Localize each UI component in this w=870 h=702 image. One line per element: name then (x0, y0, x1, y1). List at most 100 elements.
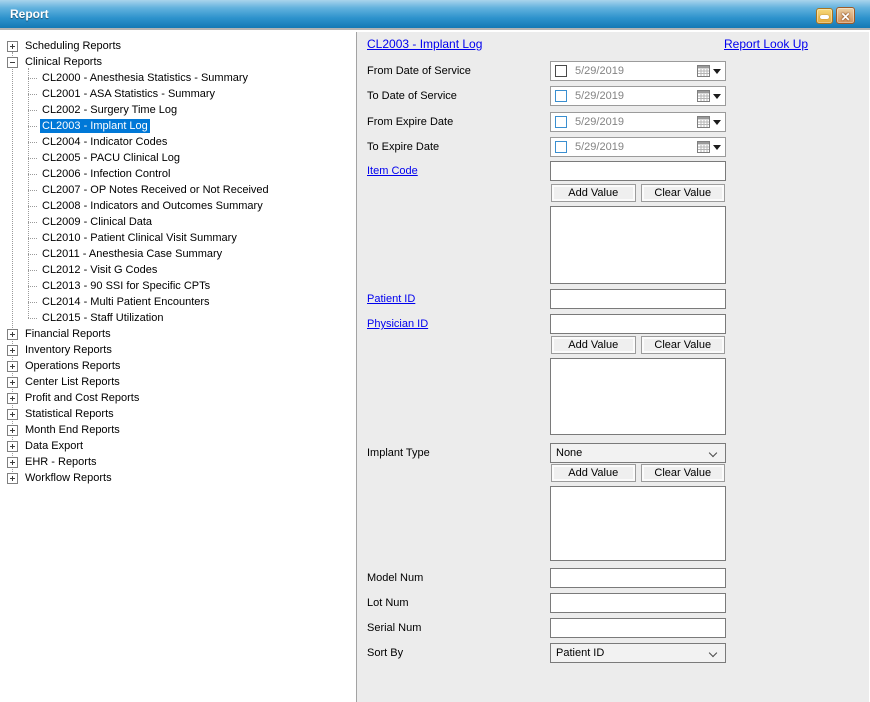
report-lookup-link[interactable]: Report Look Up (724, 37, 808, 51)
item-code-input[interactable] (550, 161, 726, 181)
date-enable-checkbox[interactable] (555, 90, 567, 102)
tree-item-label: Profit and Cost Reports (23, 391, 141, 405)
add-value-button[interactable]: Add Value (551, 464, 636, 482)
tree-item-financial-reports[interactable]: Financial Reports (0, 326, 356, 342)
physician-id-input[interactable] (550, 314, 726, 334)
tree-item-cl2001-asa-statistics-summary[interactable]: CL2001 - ASA Statistics - Summary (0, 86, 356, 102)
expand-icon[interactable] (7, 41, 18, 52)
tree-item-cl2013-90-ssi-for-specific-cpts[interactable]: CL2013 - 90 SSI for Specific CPTs (0, 278, 356, 294)
add-value-button[interactable]: Add Value (551, 184, 636, 202)
close-button[interactable]: ✕ (836, 7, 855, 24)
expand-icon[interactable] (7, 457, 18, 468)
add-value-button[interactable]: Add Value (551, 336, 636, 354)
tree-item-cl2012-visit-g-codes[interactable]: CL2012 - Visit G Codes (0, 262, 356, 278)
tree-item-statistical-reports[interactable]: Statistical Reports (0, 406, 356, 422)
date-value: 5/29/2019 (575, 116, 697, 128)
calendar-icon[interactable] (697, 65, 710, 77)
physician-id-link[interactable]: Physician ID (367, 318, 428, 330)
to-date-of-service-picker[interactable]: 5/29/2019 (550, 86, 726, 106)
tree-item-cl2014-multi-patient-encounters[interactable]: CL2014 - Multi Patient Encounters (0, 294, 356, 310)
id-button-row: Add Value Clear Value (550, 336, 726, 354)
tree-item-clinical-reports[interactable]: Clinical Reports (0, 54, 356, 70)
collapse-icon[interactable] (7, 57, 18, 68)
date-enable-checkbox[interactable] (555, 65, 567, 77)
date-value: 5/29/2019 (575, 141, 697, 153)
tree-item-cl2004-indicator-codes[interactable]: CL2004 - Indicator Codes (0, 134, 356, 150)
expand-icon[interactable] (7, 393, 18, 404)
tree-item-label: CL2014 - Multi Patient Encounters (40, 295, 212, 309)
tree-item-label: CL2003 - Implant Log (40, 119, 150, 133)
tree-item-ehr-reports[interactable]: EHR - Reports (0, 454, 356, 470)
implant-type-listbox[interactable] (550, 486, 726, 561)
dropdown-arrow-icon[interactable] (713, 120, 721, 125)
sort-by-dropdown[interactable]: Patient ID (550, 643, 726, 663)
from-expire-date-picker[interactable]: 5/29/2019 (550, 112, 726, 132)
tree-item-operations-reports[interactable]: Operations Reports (0, 358, 356, 374)
expand-icon[interactable] (7, 425, 18, 436)
tree-item-data-export[interactable]: Data Export (0, 438, 356, 454)
minimize-icon (820, 15, 829, 19)
expand-icon[interactable] (7, 361, 18, 372)
tree-item-label: CL2006 - Infection Control (40, 167, 172, 181)
tree-item-inventory-reports[interactable]: Inventory Reports (0, 342, 356, 358)
patient-id-link[interactable]: Patient ID (367, 293, 415, 305)
patient-id-input[interactable] (550, 289, 726, 309)
serial-num-input[interactable] (550, 618, 726, 638)
date-enable-checkbox[interactable] (555, 116, 567, 128)
tree-item-label: Workflow Reports (23, 471, 114, 485)
tree-item-cl2002-surgery-time-log[interactable]: CL2002 - Surgery Time Log (0, 102, 356, 118)
tree-item-cl2003-implant-log[interactable]: CL2003 - Implant Log (0, 118, 356, 134)
serial-num-label: Serial Num (367, 622, 421, 634)
dropdown-arrow-icon[interactable] (713, 94, 721, 99)
tree-item-cl2000-anesthesia-statistics-summary[interactable]: CL2000 - Anesthesia Statistics - Summary (0, 70, 356, 86)
item-code-listbox[interactable] (550, 206, 726, 284)
tree-item-label: CL2007 - OP Notes Received or Not Receiv… (40, 183, 271, 197)
expand-icon[interactable] (7, 345, 18, 356)
expand-icon[interactable] (7, 473, 18, 484)
report-form-pane: CL2003 - Implant Log Report Look Up From… (357, 32, 869, 702)
tree-item-workflow-reports[interactable]: Workflow Reports (0, 470, 356, 486)
tree-item-profit-and-cost-reports[interactable]: Profit and Cost Reports (0, 390, 356, 406)
expand-icon[interactable] (7, 377, 18, 388)
tree-item-label: CL2011 - Anesthesia Case Summary (40, 247, 224, 261)
tree-item-cl2008-indicators-and-outcomes-summary[interactable]: CL2008 - Indicators and Outcomes Summary (0, 198, 356, 214)
tree-item-scheduling-reports[interactable]: Scheduling Reports (0, 38, 356, 54)
tree-item-cl2007-op-notes-received-or-not-received[interactable]: CL2007 - OP Notes Received or Not Receiv… (0, 182, 356, 198)
tree-item-label: Center List Reports (23, 375, 122, 389)
expand-icon[interactable] (7, 329, 18, 340)
lot-num-input[interactable] (550, 593, 726, 613)
expand-icon[interactable] (7, 441, 18, 452)
model-num-input[interactable] (550, 568, 726, 588)
id-listbox[interactable] (550, 358, 726, 435)
tree-item-cl2010-patient-clinical-visit-summary[interactable]: CL2010 - Patient Clinical Visit Summary (0, 230, 356, 246)
tree-item-label: Data Export (23, 439, 85, 453)
tree-item-cl2005-pacu-clinical-log[interactable]: CL2005 - PACU Clinical Log (0, 150, 356, 166)
from-date-of-service-picker[interactable]: 5/29/2019 (550, 61, 726, 81)
clear-value-button[interactable]: Clear Value (641, 464, 726, 482)
implant-type-value: None (556, 447, 582, 459)
tree-item-month-end-reports[interactable]: Month End Reports (0, 422, 356, 438)
report-title-link[interactable]: CL2003 - Implant Log (367, 37, 482, 51)
calendar-icon[interactable] (697, 116, 710, 128)
calendar-icon[interactable] (697, 90, 710, 102)
implant-type-dropdown[interactable]: None (550, 443, 726, 463)
tree-item-label: CL2015 - Staff Utilization (40, 311, 165, 325)
dropdown-arrow-icon[interactable] (713, 69, 721, 74)
item-code-link[interactable]: Item Code (367, 165, 418, 177)
tree-item-cl2011-anesthesia-case-summary[interactable]: CL2011 - Anesthesia Case Summary (0, 246, 356, 262)
sort-by-value: Patient ID (556, 647, 604, 659)
date-value: 5/29/2019 (575, 90, 697, 102)
report-tree: Scheduling ReportsClinical ReportsCL2000… (0, 32, 356, 486)
clear-value-button[interactable]: Clear Value (641, 184, 726, 202)
tree-item-cl2015-staff-utilization[interactable]: CL2015 - Staff Utilization (0, 310, 356, 326)
tree-item-cl2006-infection-control[interactable]: CL2006 - Infection Control (0, 166, 356, 182)
tree-item-center-list-reports[interactable]: Center List Reports (0, 374, 356, 390)
expand-icon[interactable] (7, 409, 18, 420)
dropdown-arrow-icon[interactable] (713, 145, 721, 150)
date-enable-checkbox[interactable] (555, 141, 567, 153)
to-expire-date-picker[interactable]: 5/29/2019 (550, 137, 726, 157)
minimize-button[interactable] (816, 8, 833, 24)
clear-value-button[interactable]: Clear Value (641, 336, 726, 354)
calendar-icon[interactable] (697, 141, 710, 153)
tree-item-cl2009-clinical-data[interactable]: CL2009 - Clinical Data (0, 214, 356, 230)
